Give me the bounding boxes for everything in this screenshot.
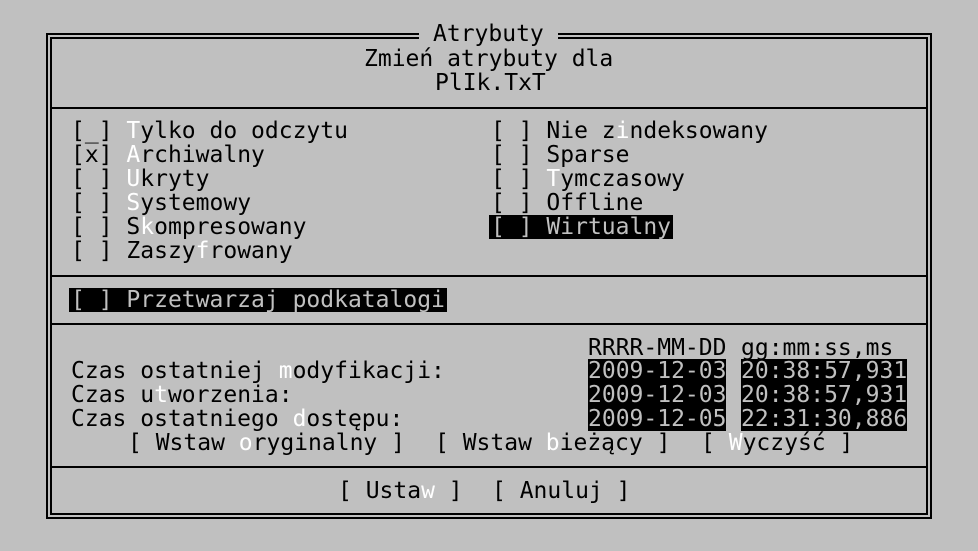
set-button[interactable]: [ Ustaw ] <box>338 479 463 503</box>
checkbox-offline[interactable]: [ ] Offline <box>491 191 643 215</box>
cancel-button[interactable]: [ Anuluj ] <box>492 479 630 503</box>
checkbox-compressed[interactable]: [ ] Skompresowany <box>71 215 306 239</box>
date-format-header: RRRR-MM-DD <box>588 335 727 361</box>
modified-time-field[interactable]: 20:38:57,931 <box>741 359 908 383</box>
created-time-label: Czas utworzenia: <box>71 382 293 408</box>
time-format-header: gg:mm:ss,ms <box>741 335 894 361</box>
checkbox-recurse-subdirs[interactable]: [ ] Przetwarzaj podkatalogi <box>69 288 447 312</box>
clear-button[interactable]: [ Wyczyść ] <box>701 431 853 455</box>
checkbox-system[interactable]: [ ] Systemowy <box>71 191 251 215</box>
dialog-subtitle: Zmień atrybuty dla <box>364 46 614 72</box>
modified-time-label: Czas ostatniej modyfikacji: <box>71 358 445 384</box>
dialog-title: Atrybuty <box>419 22 558 46</box>
accessed-time-label: Czas ostatniego dostępu: <box>71 406 404 432</box>
checkbox-archive[interactable]: [x] Archiwalny <box>71 143 265 167</box>
checkbox-sparse[interactable]: [ ] Sparse <box>491 143 630 167</box>
insert-current-button[interactable]: [ Wstaw bieżący ] <box>435 431 670 455</box>
checkbox-hidden[interactable]: [ ] Ukryty <box>71 167 210 191</box>
created-date-field[interactable]: 2009-12-03 <box>588 383 727 407</box>
file-name: PlIk.TxT <box>435 70 546 96</box>
checkbox-not-indexed[interactable]: [ ] Nie zindeksowany <box>491 119 768 143</box>
insert-original-button[interactable]: [ Wstaw oryginalny ] <box>128 431 405 455</box>
created-time-field[interactable]: 20:38:57,931 <box>741 383 908 407</box>
checkbox-temporary[interactable]: [ ] Tymczasowy <box>491 167 685 191</box>
accessed-time-field[interactable]: 22:31:30,886 <box>741 407 908 431</box>
checkbox-virtual[interactable]: [ ] Wirtualny <box>489 215 674 239</box>
accessed-date-field[interactable]: 2009-12-05 <box>588 407 727 431</box>
checkbox-encrypted[interactable]: [ ] Zaszyfrowany <box>71 239 293 263</box>
checkbox-readonly[interactable]: [_] Tylko do odczytu <box>71 119 348 143</box>
modified-date-field[interactable]: 2009-12-03 <box>588 359 727 383</box>
